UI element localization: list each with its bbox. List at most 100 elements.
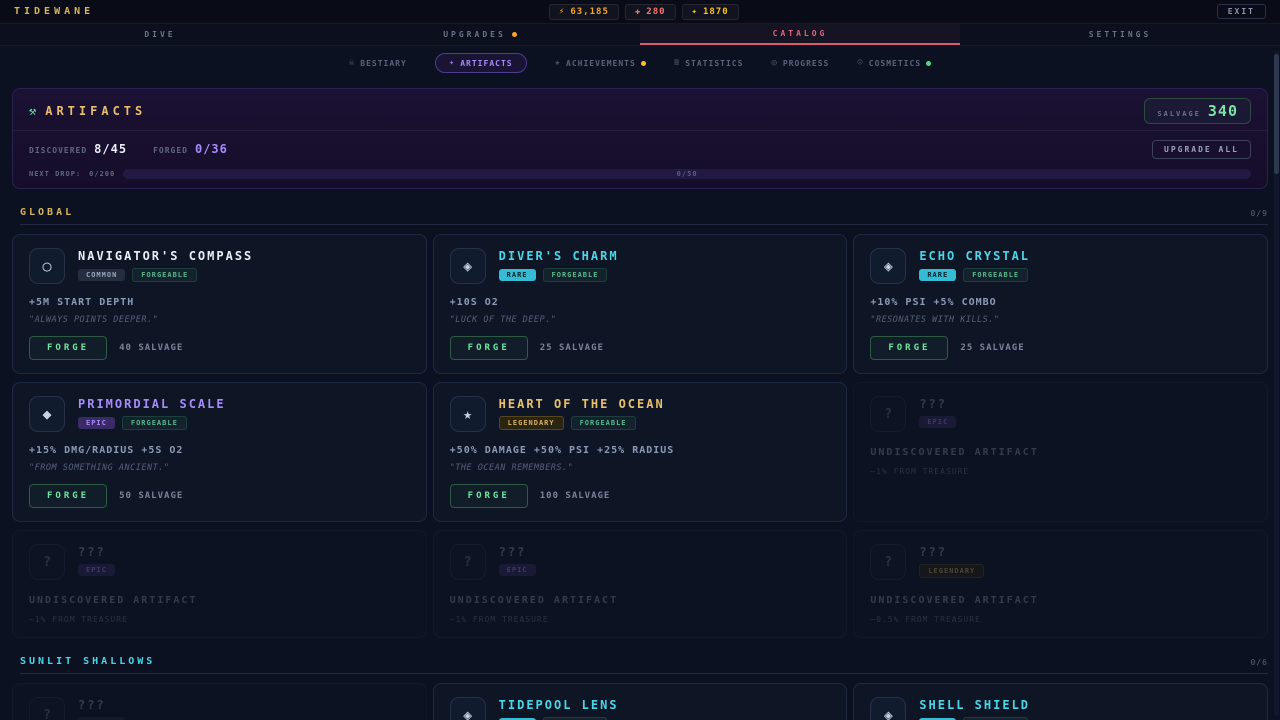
artifact-icon-box: ? bbox=[29, 544, 65, 580]
section-header: GLOBAL0/9 bbox=[20, 207, 1268, 225]
question-icon: ? bbox=[43, 555, 51, 570]
compass-icon: ○ bbox=[42, 257, 51, 275]
currency-badge-health: ✚280 bbox=[625, 4, 676, 20]
undiscovered-label: UNDISCOVERED ARTIFACT bbox=[870, 595, 1251, 606]
drop-hint: ~0.5% FROM TREASURE bbox=[870, 615, 1251, 624]
section-header: SUNLIT SHALLOWS0/6 bbox=[20, 656, 1268, 674]
artifact-title: DIVER'S CHARM bbox=[499, 249, 619, 263]
artifact-icon-box: ★ bbox=[450, 396, 486, 432]
spark-icon: ✦ bbox=[692, 7, 698, 17]
forge-cost: 25 SALVAGE bbox=[540, 343, 604, 353]
next-drop-label: NEXT DROP: bbox=[29, 170, 81, 178]
artifact-icon-box: ◈ bbox=[450, 248, 486, 284]
artifact-title: ??? bbox=[499, 545, 536, 559]
rarity-badge: RARE bbox=[499, 269, 536, 281]
next-drop-row: NEXT DROP: 0/200 0/50 bbox=[29, 168, 1251, 180]
crystal-icon: ◈ bbox=[884, 257, 893, 275]
drop-progress-text: 0/50 bbox=[677, 170, 698, 178]
card-head: DIVER'S CHARM RARE FORGEABLE bbox=[499, 248, 619, 282]
subnav-item-bestiary[interactable]: ☠BESTIARY bbox=[349, 58, 407, 68]
artifact-icon-box: ◆ bbox=[29, 396, 65, 432]
artifact-title: TIDEPOOL LENS bbox=[499, 698, 619, 712]
sections: GLOBAL0/9 ○ NAVIGATOR'S COMPASS COMMONFORGE… bbox=[12, 207, 1268, 720]
card-head: HEART OF THE OCEANLEGENDARYFORGEABLE bbox=[499, 396, 665, 430]
artifact-icon-box: ◈ bbox=[870, 697, 906, 720]
catalog-subnav: ☠BESTIARY ✦ARTIFACTS ★ACHIEVEMENTS ≡STATIST… bbox=[0, 46, 1280, 80]
undiscovered-artifact-card: ????EPICUNDISCOVERED ARTIFACT~1% FROM TR… bbox=[853, 382, 1268, 522]
plus-icon: ✚ bbox=[635, 7, 641, 17]
artifact-title: ??? bbox=[919, 545, 984, 559]
artifacts-icon: ✦ bbox=[449, 58, 455, 68]
card-top: ????COMMON bbox=[29, 697, 410, 720]
panel-header: ⚒ ARTIFACTS SALVAGE 340 bbox=[29, 98, 1251, 124]
undiscovered-artifact-card: ????COMMONUNDISCOVERED ARTIFACT~5% FROM … bbox=[12, 683, 427, 720]
question-icon: ? bbox=[884, 407, 892, 422]
artifact-quote: "FROM SOMETHING ANCIENT." bbox=[29, 463, 410, 473]
tab-dive[interactable]: DIVE bbox=[0, 24, 320, 45]
scale-icon: ◆ bbox=[42, 405, 51, 423]
forge-button[interactable]: FORGE bbox=[450, 336, 528, 360]
artifact-title: NAVIGATOR'S COMPASS bbox=[78, 249, 253, 263]
subnav-label: COSMETICS bbox=[869, 59, 921, 68]
card-head: NAVIGATOR'S COMPASS COMMONFORGEABLE bbox=[78, 248, 253, 282]
shield-icon: ◈ bbox=[884, 706, 893, 720]
artifact-title: ECHO CRYSTAL bbox=[919, 249, 1030, 263]
drop-hint: ~1% FROM TREASURE bbox=[870, 467, 1251, 476]
subnav-item-artifacts[interactable]: ✦ARTIFACTS bbox=[435, 53, 527, 73]
card-top: ? ???EPIC bbox=[450, 544, 831, 580]
subnav-item-statistics[interactable]: ≡STATISTICS bbox=[674, 58, 744, 68]
tab-catalog[interactable]: CATALOG bbox=[640, 24, 960, 45]
charm-icon: ◈ bbox=[463, 257, 472, 275]
subnav-label: BESTIARY bbox=[360, 59, 407, 68]
section-title: SUNLIT SHALLOWS bbox=[20, 656, 155, 667]
artifact-card: ◈SHELL SHIELDRAREFORGEABLE+5S O2"ANCIENT… bbox=[853, 683, 1268, 720]
rarity-badge: LEGENDARY bbox=[919, 564, 984, 578]
subnav-item-cosmetics[interactable]: ☺COSMETICS bbox=[857, 58, 931, 68]
subnav-item-progress[interactable]: ◎PROGRESS bbox=[771, 58, 829, 68]
tab-settings[interactable]: SETTINGS bbox=[960, 24, 1280, 45]
artifact-icon-box: ? bbox=[450, 544, 486, 580]
tab-upgrades[interactable]: UPGRADES bbox=[320, 24, 640, 45]
card-head: ???EPIC bbox=[919, 396, 956, 428]
undiscovered-artifact-card: ???? LEGENDARY UNDISCOVERED ARTIFACT ~0.5% … bbox=[853, 530, 1268, 638]
forge-button[interactable]: FORGE bbox=[450, 484, 528, 508]
artifact-card: ★HEART OF THE OCEANLEGENDARYFORGEABLE+50… bbox=[433, 382, 848, 522]
artifact-icon-box: ? bbox=[870, 396, 906, 432]
artifact-effect: +10% PSI +5% COMBO bbox=[870, 297, 1251, 308]
rarity-badge: EPIC bbox=[78, 417, 115, 429]
forge-cost: 25 SALVAGE bbox=[960, 343, 1024, 353]
artifact-quote: "LUCK OF THE DEEP." bbox=[450, 315, 831, 325]
artifact-title: ??? bbox=[78, 698, 125, 712]
forge-button[interactable]: FORGE bbox=[870, 336, 948, 360]
card-top: ????EPIC bbox=[29, 544, 410, 580]
artifact-icon-box: ? bbox=[870, 544, 906, 580]
forgeable-badge: FORGEABLE bbox=[543, 268, 608, 282]
catalog-content: ⚒ ARTIFACTS SALVAGE 340 DISCOVERED 8/45 … bbox=[0, 80, 1280, 720]
lightning-icon: ⚡ bbox=[559, 7, 565, 17]
notification-dot-icon bbox=[512, 32, 517, 37]
badge-row: COMMONFORGEABLE bbox=[78, 268, 253, 282]
game-title: TIDEWANE bbox=[14, 6, 94, 17]
exit-button[interactable]: EXIT bbox=[1217, 4, 1266, 19]
salvage-badge: SALVAGE 340 bbox=[1144, 98, 1251, 124]
salvage-label: SALVAGE bbox=[1157, 110, 1201, 118]
section-count: 0/9 bbox=[1251, 209, 1268, 218]
scrollbar-track[interactable] bbox=[1274, 50, 1279, 716]
badge-row: EPICFORGEABLE bbox=[78, 416, 226, 430]
top-bar: TIDEWANE ⚡63,185✚280✦1870 EXIT bbox=[0, 0, 1280, 24]
artifact-effect: +10S O2 bbox=[450, 297, 831, 308]
upgrade-all-button[interactable]: UPGRADE ALL bbox=[1152, 140, 1251, 159]
card-head: ???EPIC bbox=[499, 544, 536, 576]
subnav-label: PROGRESS bbox=[783, 59, 830, 68]
notification-dot-icon bbox=[641, 61, 646, 66]
subnav-item-achievements[interactable]: ★ACHIEVEMENTS bbox=[555, 58, 646, 68]
forge-button[interactable]: FORGE bbox=[29, 484, 107, 508]
scrollbar-thumb[interactable] bbox=[1274, 54, 1279, 174]
next-drop-value: 0/200 bbox=[89, 170, 115, 178]
forge-row: FORGE 25 SALVAGE bbox=[870, 336, 1251, 360]
forge-button[interactable]: FORGE bbox=[29, 336, 107, 360]
card-top: ◈ECHO CRYSTALRAREFORGEABLE bbox=[870, 248, 1251, 284]
artifact-icon-box: ? bbox=[29, 697, 65, 720]
card-grid: ○NAVIGATOR'S COMPASSCOMMONFORGEABLE+5M S… bbox=[12, 234, 1268, 638]
rarity-badge: LEGENDARY bbox=[499, 416, 564, 430]
